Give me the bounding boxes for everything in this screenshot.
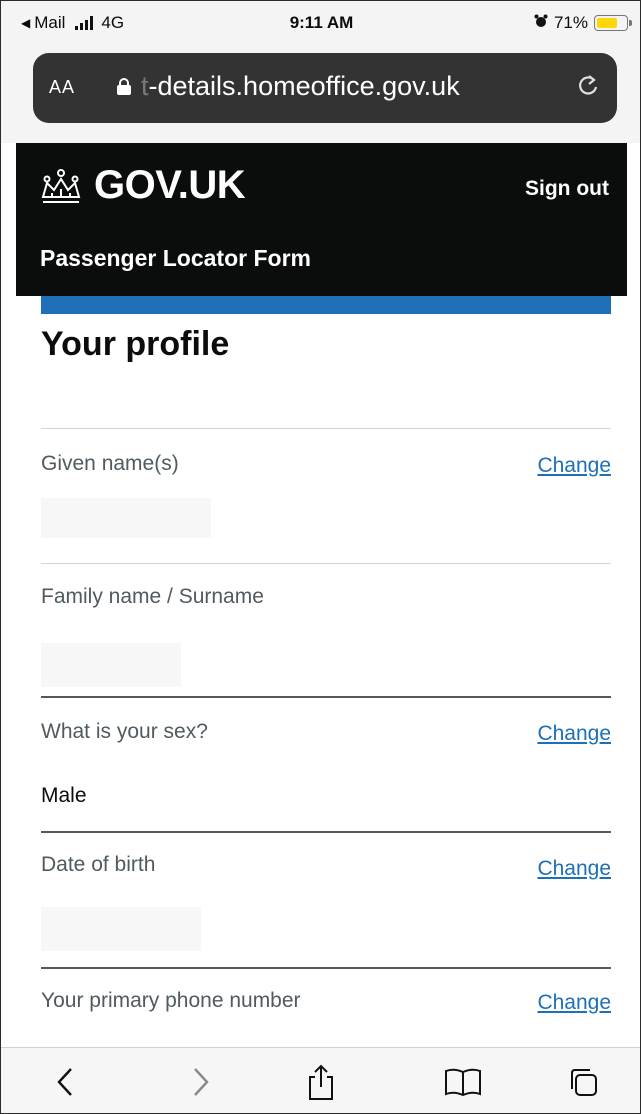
summary-row-phone: Your primary phone number Change xyxy=(41,967,611,1047)
sex-key: What is your sex? xyxy=(41,720,208,743)
url-faded-text: t xyxy=(141,71,149,101)
redacted-date-of-birth xyxy=(41,907,201,951)
family-name-key: Family name / Surname xyxy=(41,585,264,608)
browser-toolbar xyxy=(1,1047,640,1113)
header-accent-bar xyxy=(41,296,611,314)
given-name-key: Given name(s) xyxy=(41,452,179,475)
crown-icon[interactable] xyxy=(38,167,84,212)
phone-screen: ◀ Mail 4G 9:11 AM 71% AA t-details.homeo… xyxy=(0,0,641,1114)
forward-icon[interactable] xyxy=(181,1062,221,1102)
status-right: 71% xyxy=(534,13,632,33)
battery-icon xyxy=(594,15,632,31)
page-title: Your profile xyxy=(41,325,230,363)
change-given-name-link[interactable]: Change xyxy=(537,454,611,478)
row-divider xyxy=(41,831,611,833)
status-bar: ◀ Mail 4G 9:11 AM 71% xyxy=(1,1,640,47)
bookmarks-icon[interactable] xyxy=(441,1062,485,1102)
tabs-icon[interactable] xyxy=(561,1062,605,1102)
summary-row-sex: What is your sex? Change Male xyxy=(41,696,611,832)
change-sex-link[interactable]: Change xyxy=(537,722,611,746)
sign-out-link[interactable]: Sign out xyxy=(525,177,609,201)
change-date-of-birth-link[interactable]: Change xyxy=(537,857,611,881)
alarm-icon xyxy=(534,13,548,33)
url-domain: -details.homeoffice.gov.uk xyxy=(148,71,460,101)
redacted-given-name xyxy=(41,498,211,538)
back-icon[interactable] xyxy=(45,1062,85,1102)
phone-key: Your primary phone number xyxy=(41,989,301,1012)
summary-row-date-of-birth: Date of birth Change xyxy=(41,831,611,968)
summary-row-given-name: Given name(s) Change xyxy=(41,428,611,564)
row-divider xyxy=(41,696,611,698)
text-size-button[interactable]: AA xyxy=(49,77,75,98)
reload-icon[interactable] xyxy=(577,73,599,104)
share-icon[interactable] xyxy=(301,1062,341,1102)
change-phone-link[interactable]: Change xyxy=(537,991,611,1015)
lock-icon xyxy=(117,78,131,95)
govuk-header: GOV.UK Sign out Passenger Locator Form xyxy=(16,143,627,296)
sex-value: Male xyxy=(41,784,87,807)
service-name[interactable]: Passenger Locator Form xyxy=(40,245,311,272)
row-divider xyxy=(41,563,611,564)
row-divider xyxy=(41,967,611,969)
browser-chrome: AA t-details.homeoffice.gov.uk xyxy=(1,47,640,143)
redacted-family-name xyxy=(41,643,181,687)
url-text[interactable]: t-details.homeoffice.gov.uk xyxy=(141,71,460,102)
address-bar[interactable]: AA t-details.homeoffice.gov.uk xyxy=(33,53,617,123)
govuk-logo-text[interactable]: GOV.UK xyxy=(94,163,246,208)
date-of-birth-key: Date of birth xyxy=(41,853,156,876)
battery-percent: 71% xyxy=(553,13,588,32)
summary-row-family-name: Family name / Surname xyxy=(41,563,611,699)
row-divider xyxy=(41,428,611,429)
